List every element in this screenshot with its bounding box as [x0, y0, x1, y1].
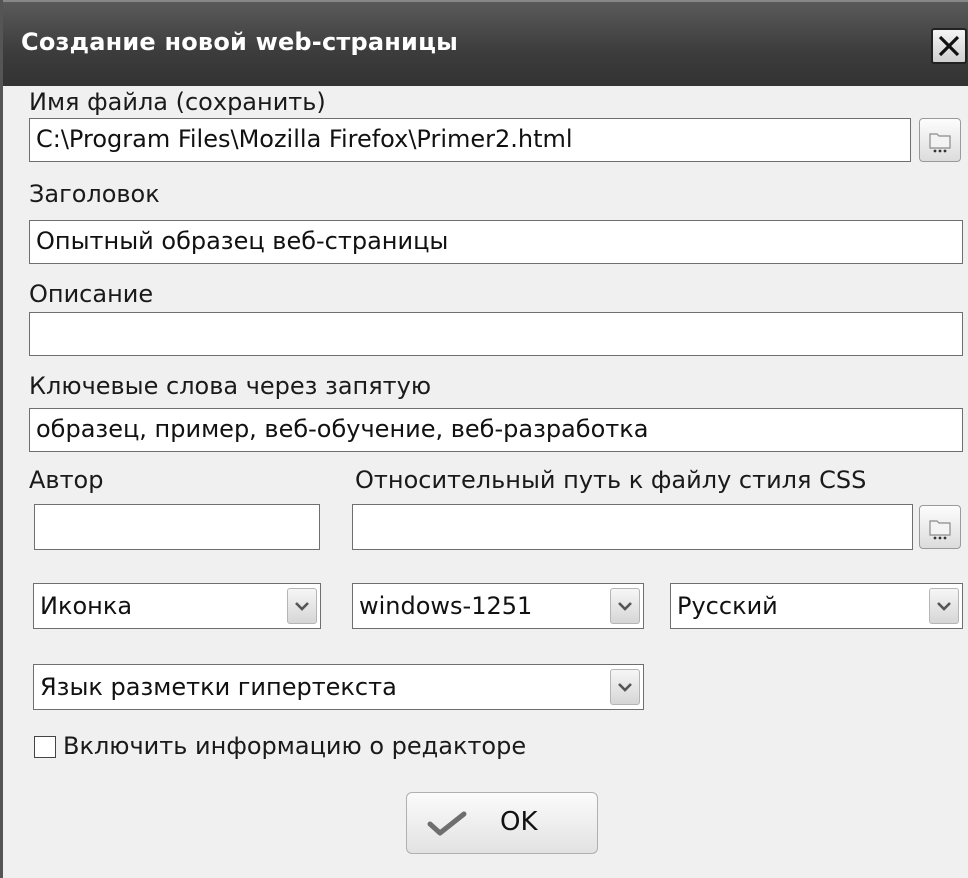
folder-icon — [929, 520, 951, 540]
author-label: Автор — [29, 466, 104, 494]
filename-field[interactable]: C:\Program Files\Mozilla Firefox\Primer2… — [29, 118, 911, 162]
window-title: Создание новой web-страницы — [21, 28, 458, 56]
heading-label: Заголовок — [29, 180, 160, 208]
keywords-label: Ключевые слова через запятую — [29, 372, 432, 400]
author-field[interactable] — [34, 504, 320, 550]
filename-label: Имя файла (сохранить) — [29, 88, 326, 116]
ok-button[interactable]: OK — [406, 792, 598, 854]
checkmark-icon — [427, 811, 467, 836]
css-path-field[interactable] — [352, 504, 913, 550]
heading-field[interactable]: Опытный образец веб-страницы — [29, 220, 963, 264]
editor-info-checkbox[interactable] — [34, 736, 56, 758]
description-field[interactable] — [29, 312, 963, 356]
title-bar[interactable]: Создание новой web-страницы — [3, 0, 968, 86]
doctype-select-arrow[interactable] — [610, 669, 640, 705]
new-web-page-dialog: Создание новой web-страницы Имя файла (с… — [0, 0, 968, 878]
chevron-down-icon — [618, 602, 632, 611]
encoding-select-value: windows-1251 — [359, 592, 533, 620]
css-path-label: Относительный путь к файлу стиля CSS — [355, 466, 867, 494]
encoding-select[interactable]: windows-1251 — [352, 583, 644, 629]
chevron-down-icon — [937, 602, 951, 611]
ok-button-label: OK — [500, 807, 538, 837]
encoding-select-arrow[interactable] — [610, 588, 640, 624]
keywords-field[interactable]: образец, пример, веб-обучение, веб-разра… — [29, 408, 963, 452]
folder-icon — [929, 133, 951, 153]
language-select-arrow[interactable] — [929, 588, 959, 624]
chevron-down-icon — [295, 602, 309, 611]
icon-select-arrow[interactable] — [287, 588, 317, 624]
filename-browse-button[interactable] — [919, 118, 961, 162]
icon-select-value: Иконка — [40, 592, 133, 620]
language-select-value: Русский — [677, 592, 778, 620]
close-button[interactable] — [931, 28, 967, 64]
editor-info-label[interactable]: Включить информацию о редакторе — [63, 732, 526, 760]
chevron-down-icon — [618, 683, 632, 692]
doctype-select[interactable]: Язык разметки гипертекста — [33, 664, 644, 710]
close-icon — [938, 35, 960, 57]
doctype-select-value: Язык разметки гипертекста — [40, 673, 397, 701]
description-label: Описание — [29, 280, 154, 308]
language-select[interactable]: Русский — [670, 583, 963, 629]
css-browse-button[interactable] — [919, 505, 961, 549]
icon-select[interactable]: Иконка — [33, 583, 321, 629]
